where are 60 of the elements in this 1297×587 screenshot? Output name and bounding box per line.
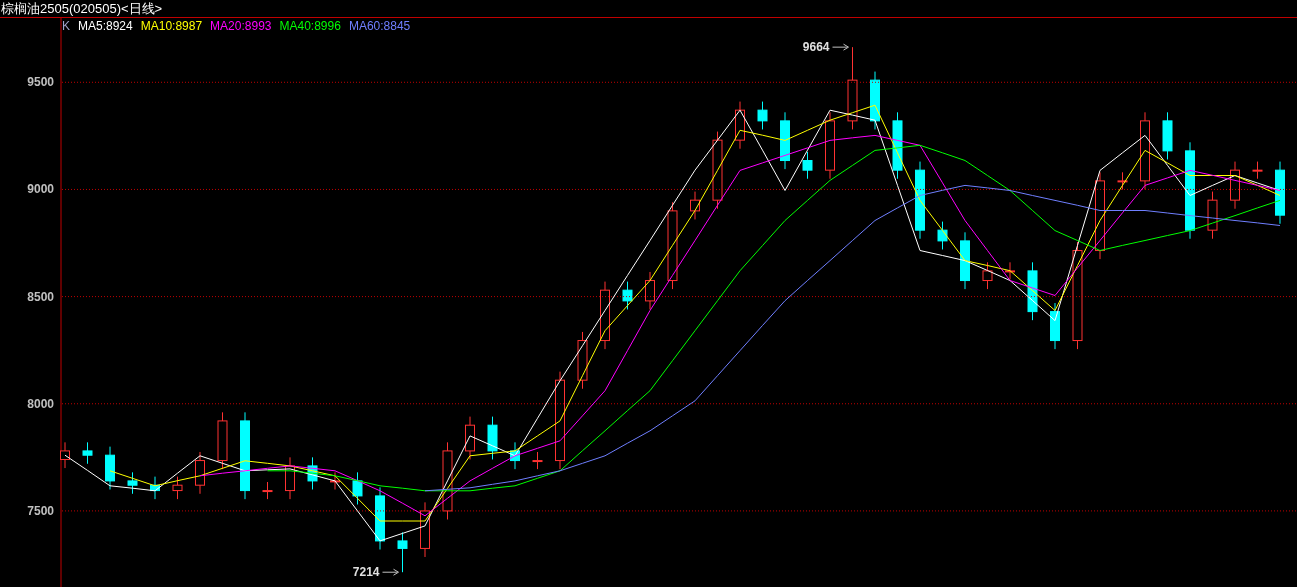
candlestick xyxy=(1207,191,1218,240)
candlestick xyxy=(487,416,498,460)
candlestick xyxy=(1252,161,1263,180)
candlestick xyxy=(1162,111,1173,160)
candlestick xyxy=(1275,161,1285,225)
candlestick xyxy=(465,416,475,460)
candlestick xyxy=(262,481,273,500)
candlestick xyxy=(622,281,633,310)
candlestick xyxy=(1050,302,1060,350)
candlestick xyxy=(870,71,880,130)
candlestick xyxy=(825,111,835,180)
legend-item: MA5:8924 xyxy=(78,20,133,32)
axis-label: 9500 xyxy=(27,75,54,90)
candlestick xyxy=(217,411,228,470)
candlestick xyxy=(82,441,93,465)
candlestick xyxy=(1005,261,1015,280)
candlestick xyxy=(802,151,813,180)
candlestick xyxy=(1230,161,1240,210)
legend-item: MA20:8993 xyxy=(210,20,272,32)
legend-item: K xyxy=(62,20,70,32)
axis-label: 9000 xyxy=(27,182,54,197)
legend-item: MA10:8987 xyxy=(140,20,203,32)
candlestick xyxy=(420,501,430,558)
candlestick xyxy=(757,101,768,130)
price-annotation: 7214 xyxy=(352,565,380,580)
candlestick xyxy=(735,101,745,150)
candlestick xyxy=(307,456,318,490)
price-annotation: 9664 xyxy=(802,40,830,55)
candlestick xyxy=(172,476,183,500)
candlestick xyxy=(960,231,970,290)
candlestick xyxy=(330,471,340,490)
chart-title: 棕榈油2505(020505)<日线> xyxy=(1,2,163,15)
candlestick xyxy=(532,451,543,470)
candlestick xyxy=(397,531,408,573)
axis-label: 7500 xyxy=(27,503,54,518)
candlestick xyxy=(195,451,205,495)
candlestick xyxy=(937,221,948,250)
arrow-icon xyxy=(382,568,399,576)
candlestick xyxy=(352,471,363,505)
candlestick xyxy=(285,456,295,500)
candlestick xyxy=(1027,261,1038,321)
candlestick xyxy=(982,261,993,290)
candlestick xyxy=(105,446,115,490)
candlestick xyxy=(510,441,520,470)
candlestick xyxy=(60,441,70,469)
arrow-icon xyxy=(832,43,849,51)
candlestick xyxy=(892,111,903,180)
candlestick xyxy=(1117,171,1128,190)
candlestick xyxy=(645,271,655,310)
candlestick xyxy=(600,281,610,350)
candlestick xyxy=(150,476,160,500)
candlestick xyxy=(127,471,138,495)
candlestick xyxy=(690,191,700,220)
legend-item: MA60:8845 xyxy=(348,20,411,32)
candlestick xyxy=(780,111,790,170)
axis-label: 8000 xyxy=(27,396,54,411)
axis-label: 8500 xyxy=(27,289,54,304)
legend-item: MA40:8996 xyxy=(279,20,341,32)
candlestick xyxy=(577,331,588,390)
candlestick xyxy=(375,486,385,550)
